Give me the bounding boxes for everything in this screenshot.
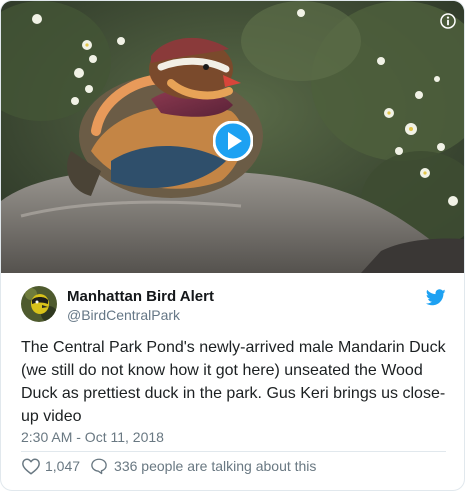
author-name[interactable]: Manhattan Bird Alert <box>67 288 214 305</box>
info-icon[interactable] <box>440 13 456 29</box>
play-circle-icon[interactable] <box>213 121 253 161</box>
heart-icon <box>21 457 41 475</box>
video-thumbnail[interactable] <box>1 1 464 273</box>
avatar[interactable] <box>21 286 57 322</box>
divider <box>21 451 446 452</box>
author-handle[interactable]: @BirdCentralPark <box>67 307 180 323</box>
like-count: 1,047 <box>45 458 81 474</box>
speech-bubble-icon <box>90 457 108 475</box>
tweet-text: The Central Park Pond's newly-arrived ma… <box>21 339 446 425</box>
like-button[interactable]: 1,047 <box>21 457 90 475</box>
conversation-link[interactable]: 336 people are talking about this <box>90 457 316 475</box>
tweet-header: Manhattan Bird Alert @BirdCentralPark <box>21 286 446 326</box>
engagement-bar: 1,047 336 people are talking about this <box>21 456 316 476</box>
embedded-tweet-card: Manhattan Bird Alert @BirdCentralPark Th… <box>0 0 465 491</box>
twitter-bird-icon[interactable] <box>425 289 446 306</box>
tweet-timestamp[interactable]: 2:30 AM - Oct 11, 2018 <box>21 429 164 445</box>
talking-about-text: 336 people are talking about this <box>114 458 317 474</box>
